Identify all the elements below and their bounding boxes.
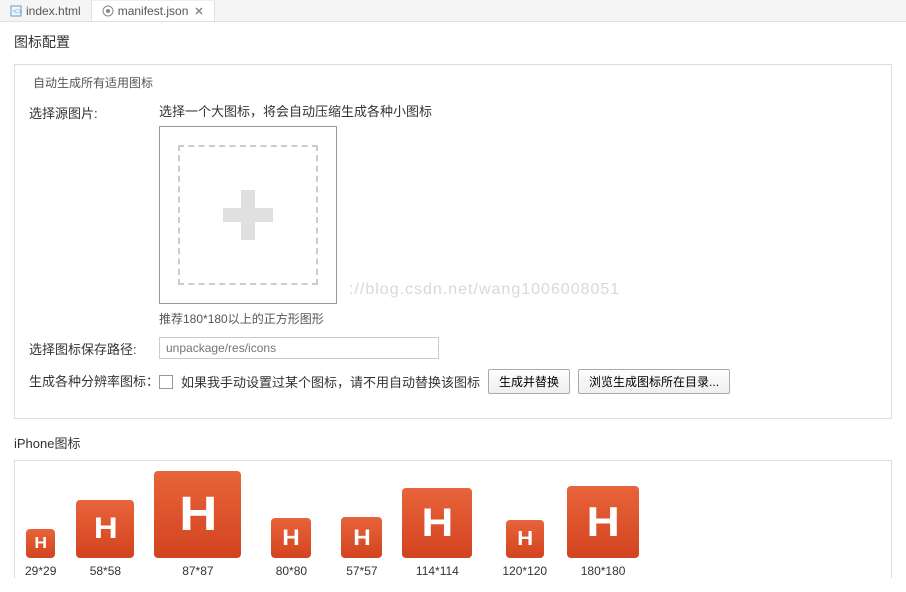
h-icon: H bbox=[26, 529, 55, 558]
icon-size-label: 57*57 bbox=[346, 564, 377, 578]
tab-label: manifest.json bbox=[118, 4, 189, 18]
icon-item-114[interactable]: H 114*114 bbox=[402, 488, 472, 578]
icon-cluster-4: H 120*120 H 180*180 bbox=[502, 486, 639, 578]
icon-item-180[interactable]: H 180*180 bbox=[567, 486, 639, 578]
panel-title: 自动生成所有适用图标 bbox=[29, 74, 157, 91]
generate-label: 生成各种分辨率图标： bbox=[29, 369, 159, 390]
icon-size-label: 114*114 bbox=[416, 564, 459, 578]
h-icon: H bbox=[271, 518, 311, 558]
recommend-text: 推荐180*180以上的正方形图形 bbox=[159, 310, 877, 327]
icon-size-label: 80*80 bbox=[276, 564, 307, 578]
tab-index-html[interactable]: <> index.html bbox=[0, 0, 92, 21]
icon-cluster-1: H 29*29 H 58*58 H 87*87 bbox=[25, 471, 241, 578]
save-path-input[interactable] bbox=[159, 337, 439, 359]
icon-item-87[interactable]: H 87*87 bbox=[154, 471, 241, 578]
h-icon: H bbox=[506, 520, 544, 558]
icon-size-label: 120*120 bbox=[502, 564, 547, 578]
h-icon: H bbox=[76, 500, 134, 558]
iphone-icons-title: iPhone图标 bbox=[14, 433, 892, 452]
skip-manual-checkbox[interactable] bbox=[159, 375, 173, 389]
icon-item-29[interactable]: H 29*29 bbox=[25, 529, 56, 578]
editor-tabs: <> index.html manifest.json ✕ bbox=[0, 0, 906, 22]
icon-size-label: 29*29 bbox=[25, 564, 56, 578]
h-icon: H bbox=[341, 517, 382, 558]
iphone-icons-section: iPhone图标 H 29*29 H 58*58 H 87*87 H 80*80 bbox=[0, 433, 906, 592]
tab-manifest-json[interactable]: manifest.json ✕ bbox=[92, 0, 215, 21]
html-file-icon: <> bbox=[10, 5, 22, 17]
dropzone-inner bbox=[178, 145, 318, 285]
icon-size-label: 87*87 bbox=[182, 564, 213, 578]
icon-size-label: 180*180 bbox=[581, 564, 626, 578]
icon-item-120[interactable]: H 120*120 bbox=[502, 520, 547, 578]
close-icon[interactable]: ✕ bbox=[194, 5, 203, 18]
icon-item-57[interactable]: H 57*57 bbox=[341, 517, 382, 578]
source-image-hint: 选择一个大图标，将会自动压缩生成各种小图标 bbox=[159, 101, 877, 120]
auto-generate-panel: 自动生成所有适用图标 选择源图片: 选择一个大图标，将会自动压缩生成各种小图标 … bbox=[14, 64, 892, 419]
generate-button[interactable]: 生成并替换 bbox=[488, 369, 570, 394]
icon-cluster-2: H 80*80 bbox=[271, 518, 311, 578]
source-image-label: 选择源图片: bbox=[29, 101, 159, 122]
h-icon: H bbox=[402, 488, 472, 558]
icon-item-80[interactable]: H 80*80 bbox=[271, 518, 311, 578]
page-title: 图标配置 bbox=[0, 22, 906, 60]
icon-item-58[interactable]: H 58*58 bbox=[76, 500, 134, 578]
checkbox-text: 如果我手动设置过某个图标，请不用自动替换该图标 bbox=[181, 372, 480, 391]
icon-cluster-3: H 57*57 H 114*114 bbox=[341, 488, 472, 578]
save-path-label: 选择图标保存路径: bbox=[29, 337, 159, 358]
tab-label: index.html bbox=[26, 4, 81, 18]
image-dropzone[interactable] bbox=[159, 126, 337, 304]
h-icon: H bbox=[567, 486, 639, 558]
plus-icon bbox=[223, 190, 273, 240]
icon-size-label: 58*58 bbox=[90, 564, 121, 578]
svg-text:<>: <> bbox=[13, 7, 22, 16]
icon-groups: H 29*29 H 58*58 H 87*87 H 80*80 H 57*57 bbox=[14, 460, 892, 578]
watermark-text: ://blog.csdn.net/wang1006008051 bbox=[349, 281, 620, 299]
json-file-icon bbox=[102, 5, 114, 17]
browse-output-button[interactable]: 浏览生成图标所在目录... bbox=[578, 369, 730, 394]
h-icon: H bbox=[154, 471, 241, 558]
